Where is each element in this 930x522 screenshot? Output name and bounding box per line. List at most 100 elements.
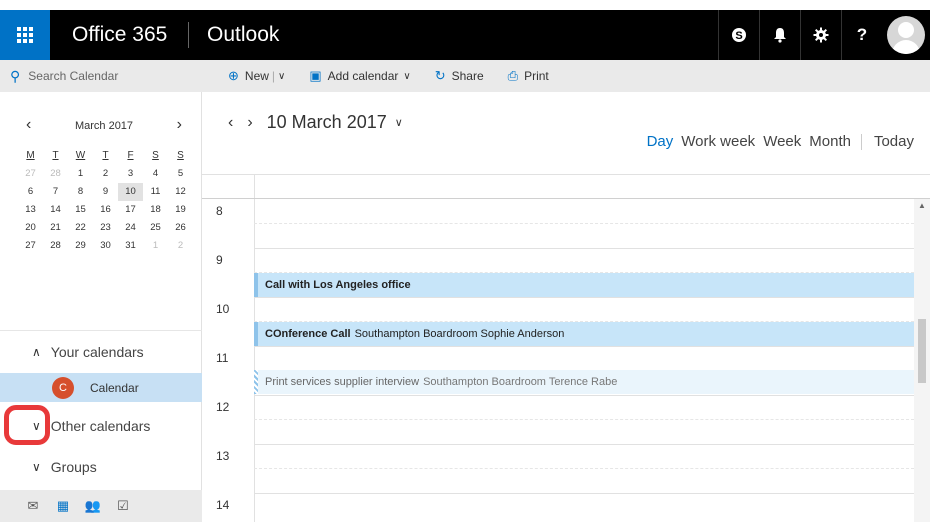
- vertical-scrollbar[interactable]: ▲: [914, 199, 930, 522]
- app-title[interactable]: Outlook: [207, 23, 279, 47]
- share-button[interactable]: ↻ Share: [435, 68, 484, 84]
- day-cell[interactable]: 15: [68, 201, 93, 219]
- weekday-label: T: [102, 150, 109, 161]
- hour-label: 12: [216, 400, 230, 414]
- day-cell[interactable]: 28: [43, 237, 68, 255]
- day-cell[interactable]: 1: [143, 237, 168, 255]
- calendar-event[interactable]: Call with Los Angeles office: [254, 273, 914, 297]
- your-calendars-toggle[interactable]: ∧ Your calendars: [0, 334, 202, 370]
- notifications-button[interactable]: [759, 10, 800, 60]
- day-cell[interactable]: 6: [18, 183, 43, 201]
- gear-icon: [813, 27, 829, 43]
- hour-row[interactable]: 14: [202, 493, 914, 522]
- day-cell[interactable]: 24: [118, 219, 143, 237]
- groups-toggle[interactable]: ∨ Groups: [0, 449, 202, 485]
- new-button[interactable]: ⊕ New | ∨: [228, 68, 285, 84]
- share-icon: ↻: [434, 68, 446, 83]
- hour-row[interactable]: 13: [202, 444, 914, 493]
- chevron-down-icon: ∨: [403, 70, 411, 82]
- brand-title[interactable]: Office 365: [72, 23, 182, 47]
- day-cell[interactable]: 2: [93, 165, 118, 183]
- calendar-item-label: Calendar: [90, 380, 139, 395]
- waffle-icon: [17, 27, 33, 43]
- print-button[interactable]: ⎙ Print: [508, 68, 549, 84]
- day-cell[interactable]: 17: [118, 201, 143, 219]
- hour-line: [254, 395, 914, 396]
- day-cell[interactable]: 8: [68, 183, 93, 201]
- tasks-icon[interactable]: ☑: [108, 498, 138, 514]
- day-cell[interactable]: 23: [93, 219, 118, 237]
- day-cell[interactable]: 21: [43, 219, 68, 237]
- day-cell[interactable]: 11: [143, 183, 168, 201]
- account-button[interactable]: [882, 10, 930, 60]
- top-bar: Office 365 Outlook S ?: [0, 10, 930, 60]
- view-work-week-button[interactable]: Work week: [681, 133, 755, 150]
- chevron-down-icon[interactable]: ∨: [278, 71, 285, 82]
- day-cell[interactable]: 12: [168, 183, 193, 201]
- hour-line: [254, 346, 914, 347]
- calendar-color-badge: C: [52, 376, 74, 399]
- day-cell[interactable]: 27: [18, 237, 43, 255]
- today-button[interactable]: Today: [874, 133, 914, 150]
- day-cell[interactable]: 16: [93, 201, 118, 219]
- selected-day-cell[interactable]: 10: [118, 183, 143, 201]
- day-cell[interactable]: 25: [143, 219, 168, 237]
- half-hour-line: [254, 419, 914, 420]
- next-day-button[interactable]: ›: [247, 114, 252, 132]
- calendar-icon[interactable]: ▦: [48, 498, 78, 514]
- settings-button[interactable]: [800, 10, 841, 60]
- day-cell[interactable]: 22: [68, 219, 93, 237]
- weekday-label: S: [177, 150, 184, 161]
- view-day-button[interactable]: Day: [647, 133, 674, 150]
- mail-icon[interactable]: ✉: [18, 498, 48, 514]
- hour-row[interactable]: 12: [202, 395, 914, 444]
- hour-row[interactable]: 8: [202, 199, 914, 248]
- add-calendar-button[interactable]: ▣ Add calendar ∨: [309, 68, 410, 84]
- scroll-up-icon[interactable]: ▲: [918, 201, 926, 210]
- week-row: 27 28 1 2 3 4 5: [18, 165, 194, 183]
- bell-icon: [774, 28, 786, 43]
- day-cell[interactable]: 29: [68, 237, 93, 255]
- scrollbar-thumb[interactable]: [918, 319, 926, 383]
- help-button[interactable]: ?: [841, 10, 882, 60]
- next-month-button[interactable]: ›: [177, 117, 182, 133]
- day-cell[interactable]: 3: [118, 165, 143, 183]
- chevron-down-icon[interactable]: ∨: [395, 116, 403, 129]
- day-cell[interactable]: 27: [18, 165, 43, 183]
- event-title: Call with Los Angeles office: [265, 279, 411, 291]
- day-cell[interactable]: 28: [43, 165, 68, 183]
- day-cell[interactable]: 5: [168, 165, 193, 183]
- skype-button[interactable]: S: [718, 10, 759, 60]
- day-cell[interactable]: 14: [43, 201, 68, 219]
- current-date[interactable]: 10 March 2017: [267, 112, 387, 133]
- mini-calendar-month[interactable]: March 2017: [75, 118, 133, 132]
- other-calendars-label: Other calendars: [50, 418, 151, 434]
- day-cell[interactable]: 7: [43, 183, 68, 201]
- day-cell[interactable]: 2: [168, 237, 193, 255]
- tentative-calendar-event[interactable]: Print services supplier interview Southa…: [254, 370, 914, 394]
- previous-month-button[interactable]: ‹: [26, 117, 31, 133]
- day-cell[interactable]: 13: [18, 201, 43, 219]
- weekday-label: M: [26, 150, 35, 161]
- day-cell[interactable]: 26: [168, 219, 193, 237]
- app-launcher-button[interactable]: [0, 10, 50, 60]
- people-icon[interactable]: 👥: [78, 498, 108, 514]
- your-calendars-label: Your calendars: [50, 344, 144, 360]
- day-cell[interactable]: 31: [118, 237, 143, 255]
- day-cell[interactable]: 30: [93, 237, 118, 255]
- calendar-list-item[interactable]: C Calendar: [0, 373, 202, 402]
- previous-day-button[interactable]: ‹: [228, 114, 233, 132]
- day-cell[interactable]: 18: [143, 201, 168, 219]
- search-input[interactable]: ⚲ Search Calendar: [0, 60, 202, 92]
- section-divider: [0, 330, 202, 331]
- day-cell[interactable]: 1: [68, 165, 93, 183]
- event-title: Print services supplier interview: [265, 376, 420, 388]
- day-cell[interactable]: 19: [168, 201, 193, 219]
- calendar-event[interactable]: COnference Call Southampton Boardroom So…: [254, 322, 914, 346]
- day-cell[interactable]: 4: [143, 165, 168, 183]
- view-week-button[interactable]: Week: [763, 133, 801, 150]
- view-month-button[interactable]: Month: [809, 133, 851, 150]
- day-cell[interactable]: 20: [18, 219, 43, 237]
- day-cell[interactable]: 9: [93, 183, 118, 201]
- hour-line: [254, 444, 914, 445]
